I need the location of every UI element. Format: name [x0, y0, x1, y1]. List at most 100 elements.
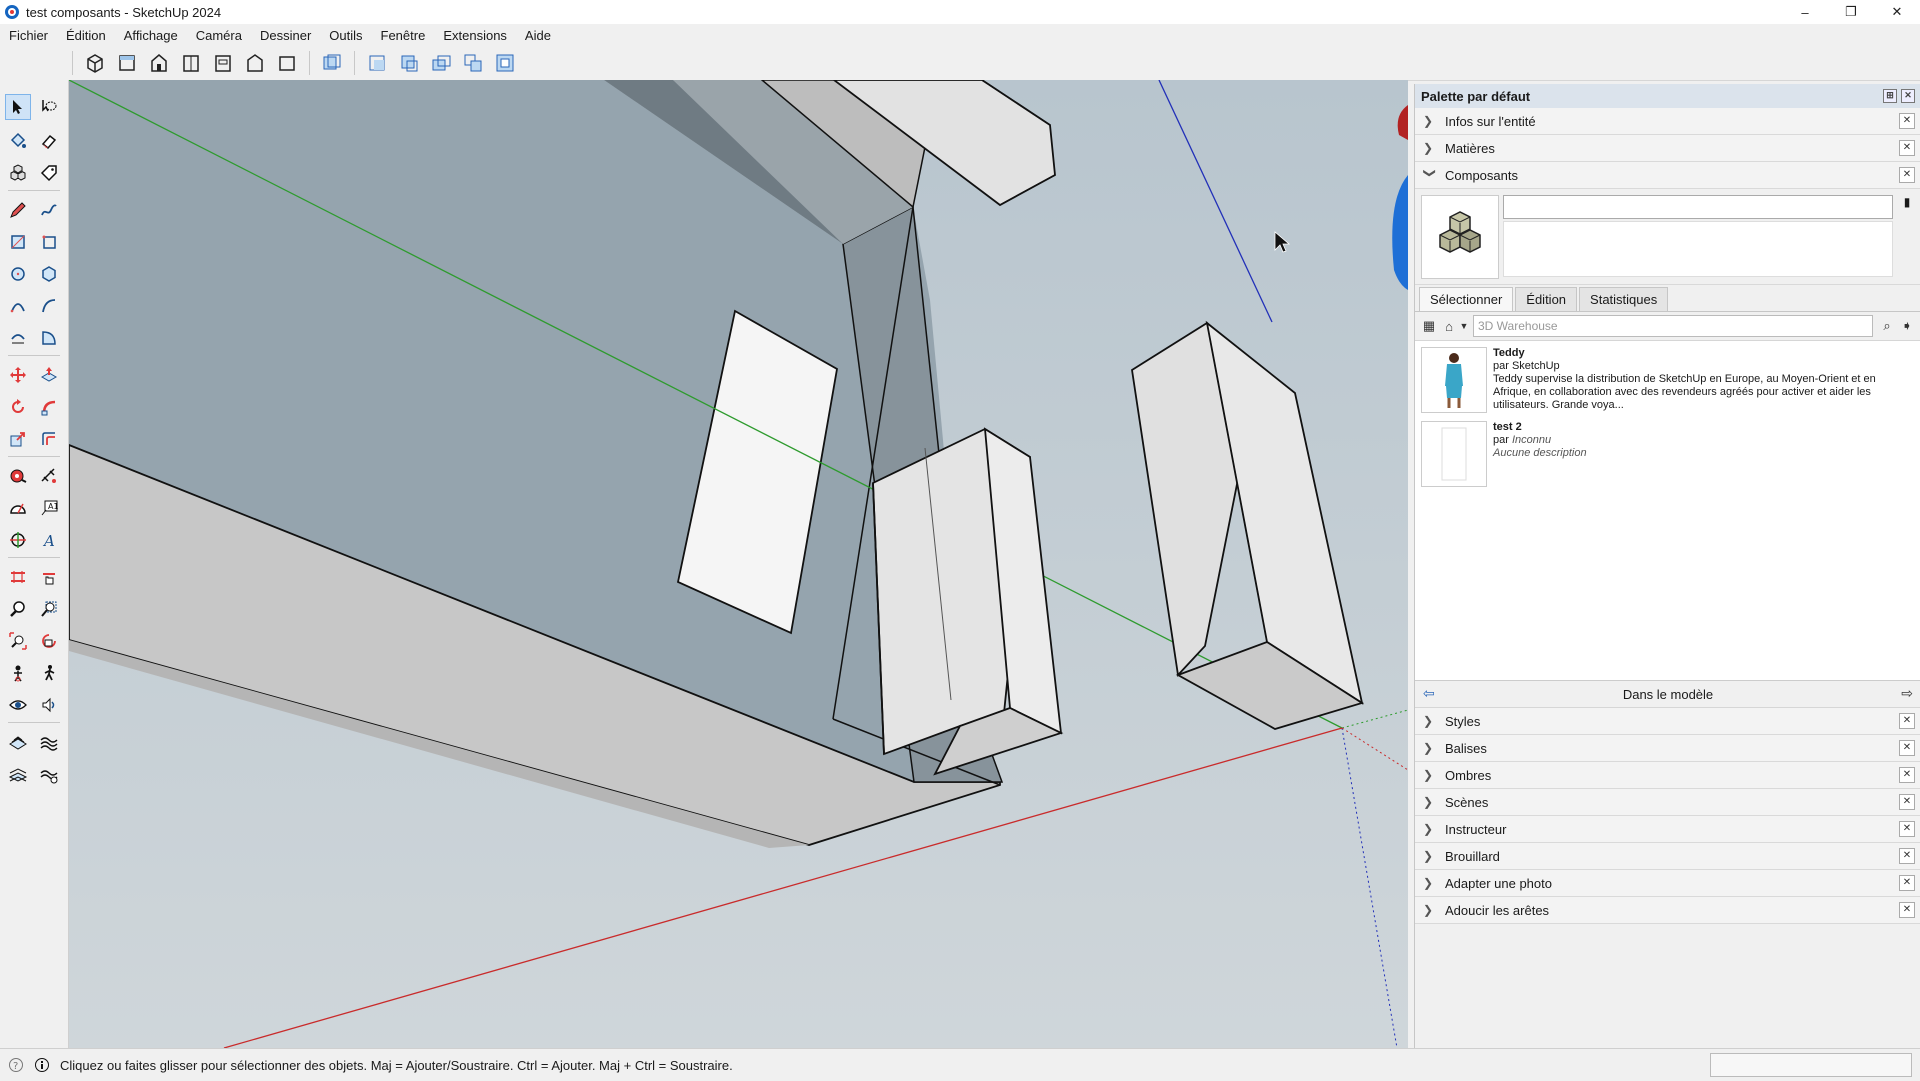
- close-icon[interactable]: ✕: [1899, 113, 1915, 129]
- maximize-button[interactable]: ❐: [1828, 0, 1874, 24]
- back-arrow-icon[interactable]: ⇦: [1423, 685, 1435, 702]
- component-name-field[interactable]: [1503, 195, 1893, 219]
- close-icon[interactable]: ✕: [1899, 875, 1915, 891]
- tray-styles[interactable]: ❯ Styles ✕: [1415, 708, 1920, 735]
- tray-fog[interactable]: ❯ Brouillard ✕: [1415, 843, 1920, 870]
- eraser-button[interactable]: [36, 128, 62, 154]
- pie-tool-button[interactable]: [36, 325, 62, 351]
- polygon-tool-button[interactable]: [36, 261, 62, 287]
- close-icon[interactable]: ✕: [1899, 794, 1915, 810]
- back-view-button[interactable]: [210, 50, 236, 76]
- orbit-button[interactable]: [36, 692, 62, 718]
- menu-dessiner[interactable]: Dessiner: [251, 28, 320, 43]
- line-tool-button[interactable]: [5, 197, 31, 223]
- zoom-extents-button[interactable]: [5, 628, 31, 654]
- close-icon[interactable]: ✕: [1899, 767, 1915, 783]
- tray-components[interactable]: ❯ Composants ✕: [1415, 162, 1920, 189]
- make-component-button[interactable]: [5, 160, 31, 186]
- freehand-tool-button[interactable]: [36, 197, 62, 223]
- display-section-cuts-button[interactable]: [396, 50, 422, 76]
- menu-fenetre[interactable]: Fenêtre: [372, 28, 435, 43]
- list-item[interactable]: test 2 par Inconnu Aucune description: [1421, 421, 1915, 487]
- tab-edit[interactable]: Édition: [1515, 287, 1578, 311]
- details-menu-icon[interactable]: ▮: [1899, 195, 1915, 209]
- view-options-icon[interactable]: ▦: [1419, 316, 1439, 336]
- axes-tool-button[interactable]: [5, 527, 31, 553]
- sandbox-from-contours-button[interactable]: [5, 730, 31, 756]
- pin-tray-button[interactable]: ⊞: [1883, 89, 1897, 103]
- two-point-arc-button[interactable]: [36, 293, 62, 319]
- close-icon[interactable]: ✕: [1899, 902, 1915, 918]
- 3d-text-button[interactable]: A: [36, 527, 62, 553]
- measurements-box[interactable]: [1710, 1053, 1912, 1077]
- list-item[interactable]: Teddy par SketchUp Teddy supervise la di…: [1421, 347, 1915, 413]
- section-plane-tool-button[interactable]: [5, 564, 31, 590]
- bottom-view-button[interactable]: [274, 50, 300, 76]
- display-section-planes-button[interactable]: [364, 50, 390, 76]
- scale-tool-button[interactable]: [5, 426, 31, 452]
- tray-scenes[interactable]: ❯ Scènes ✕: [1415, 789, 1920, 816]
- info-icon[interactable]: [34, 1057, 50, 1073]
- section-fill-style-button[interactable]: [460, 50, 486, 76]
- tray-entity-info[interactable]: ❯ Infos sur l'entité ✕: [1415, 108, 1920, 135]
- follow-me-button[interactable]: [36, 394, 62, 420]
- modeling-viewport[interactable]: [69, 80, 1408, 1048]
- tray-tags[interactable]: ❯ Balises ✕: [1415, 735, 1920, 762]
- menu-aide[interactable]: Aide: [516, 28, 560, 43]
- rotated-rectangle-button[interactable]: [36, 229, 62, 255]
- forward-arrow-icon[interactable]: ⇨: [1901, 685, 1913, 702]
- rotate-tool-button[interactable]: [5, 394, 31, 420]
- tray-soften-edges[interactable]: ❯ Adoucir les arêtes ✕: [1415, 897, 1920, 924]
- iso-view-button[interactable]: [82, 50, 108, 76]
- text-tool-button[interactable]: A1: [36, 495, 62, 521]
- push-pull-button[interactable]: [36, 362, 62, 388]
- rectangle-tool-button[interactable]: [5, 229, 31, 255]
- front-view-button[interactable]: [146, 50, 172, 76]
- section-cut-face-button[interactable]: [492, 50, 518, 76]
- menu-outils[interactable]: Outils: [320, 28, 371, 43]
- sandbox-smoove-button[interactable]: [5, 762, 31, 788]
- close-icon[interactable]: ✕: [1899, 848, 1915, 864]
- close-icon[interactable]: ✕: [1899, 740, 1915, 756]
- menu-affichage[interactable]: Affichage: [115, 28, 187, 43]
- details-arrow-icon[interactable]: ➧: [1897, 316, 1917, 336]
- right-view-button[interactable]: [178, 50, 204, 76]
- tape-measure-button[interactable]: [5, 463, 31, 489]
- menu-edition[interactable]: Édition: [57, 28, 115, 43]
- circle-tool-button[interactable]: [5, 261, 31, 287]
- arc-tool-button[interactable]: [5, 293, 31, 319]
- help-icon[interactable]: ?: [8, 1057, 24, 1073]
- zoom-window-button[interactable]: [36, 596, 62, 622]
- search-input[interactable]: 3D Warehouse: [1473, 315, 1873, 337]
- three-point-arc-button[interactable]: [5, 325, 31, 351]
- offset-tool-button[interactable]: [36, 426, 62, 452]
- section-plane-button[interactable]: [319, 50, 345, 76]
- select-tool-button[interactable]: [5, 94, 31, 120]
- tray-shadows[interactable]: ❯ Ombres ✕: [1415, 762, 1920, 789]
- search-icon[interactable]: ⌕: [1877, 316, 1897, 336]
- component-description-field[interactable]: [1503, 221, 1893, 277]
- tray-instructor[interactable]: ❯ Instructeur ✕: [1415, 816, 1920, 843]
- move-tool-button[interactable]: [5, 362, 31, 388]
- close-icon[interactable]: ✕: [1899, 167, 1915, 183]
- sandbox-stamp-button[interactable]: [36, 762, 62, 788]
- menu-extensions[interactable]: Extensions: [434, 28, 516, 43]
- close-window-button[interactable]: ✕: [1874, 0, 1920, 24]
- home-icon[interactable]: ⌂: [1439, 316, 1459, 336]
- top-view-button[interactable]: [114, 50, 140, 76]
- zoom-tool-button[interactable]: [5, 596, 31, 622]
- chevron-down-icon[interactable]: ▼: [1459, 316, 1469, 336]
- display-section-fill-button[interactable]: [428, 50, 454, 76]
- close-icon[interactable]: ✕: [1899, 140, 1915, 156]
- tab-select[interactable]: Sélectionner: [1419, 287, 1514, 311]
- tab-statistics[interactable]: Statistiques: [1579, 287, 1669, 311]
- tray-match-photo[interactable]: ❯ Adapter une photo ✕: [1415, 870, 1920, 897]
- tray-materials[interactable]: ❯ Matières ✕: [1415, 135, 1920, 162]
- left-view-button[interactable]: [242, 50, 268, 76]
- look-around-button[interactable]: [5, 692, 31, 718]
- pan-section-button[interactable]: [36, 564, 62, 590]
- close-tray-button[interactable]: ✕: [1901, 89, 1915, 103]
- close-icon[interactable]: ✕: [1899, 821, 1915, 837]
- dimension-tool-button[interactable]: [36, 463, 62, 489]
- 3d-scene[interactable]: [69, 80, 1408, 1048]
